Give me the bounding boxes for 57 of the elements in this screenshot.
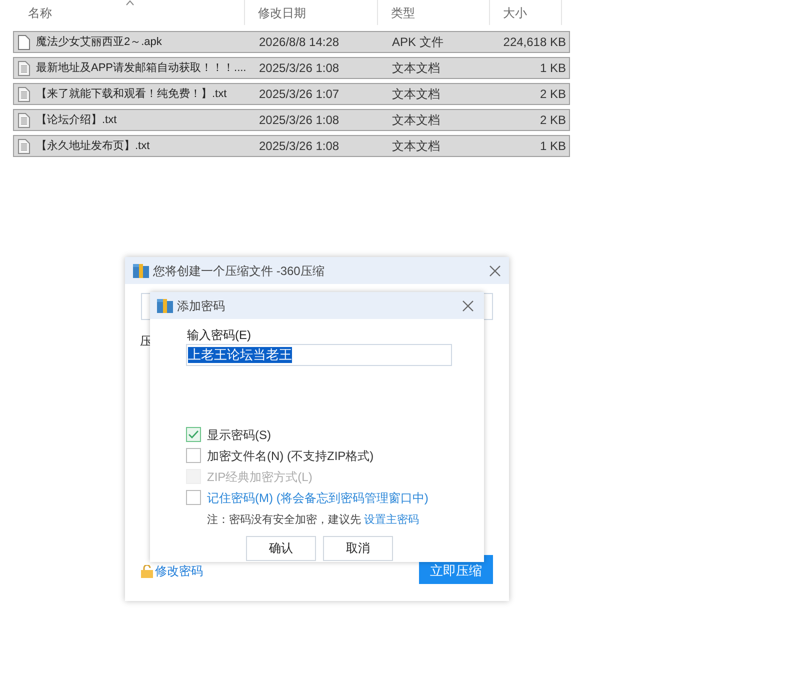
text-file-icon [18,86,30,102]
file-type: APK 文件 [392,34,444,51]
file-row[interactable]: 【论坛介绍】.txt 2025/3/26 1:08 文本文档 2 KB [13,109,570,131]
column-header[interactable]: 名称 [15,0,245,25]
column-header[interactable]: 大小 [490,0,562,25]
column-header[interactable]: 修改日期 [245,0,378,25]
modified-date: 2025/3/26 1:08 [259,60,340,77]
option-label: ZIP经典加密方式(L) [207,468,312,486]
master-password-link[interactable]: 设置主密码 [364,512,419,528]
file-type: 文本文档 [392,86,441,103]
check-icon [188,430,199,439]
modified-date: 2025/3/26 1:08 [259,138,340,155]
text-file-icon [18,112,30,128]
file-type: 文本文档 [392,138,441,155]
modified-date: 2025/3/26 1:07 [259,86,340,103]
password-field[interactable]: 上老王论坛当老王 [186,344,452,366]
modified-date: 2025/3/26 1:08 [259,112,340,129]
file-size: 1 KB [540,138,567,155]
file-name: 【永久地址发布页】.txt [36,138,150,154]
field-label: 输入密码(E) [187,327,252,344]
option-label: 显示密码(S) [207,426,271,444]
file-name: 最新地址及APP请发邮箱自动获取！！！.... [36,60,246,76]
archive-icon [157,298,173,312]
file-size: 224,618 KB [503,34,567,51]
checkbox[interactable] [186,490,201,505]
file-row[interactable]: 最新地址及APP请发邮箱自动获取！！！.... 2025/3/26 1:08 文本文档 1 KB [13,57,570,79]
file-row[interactable]: 【来了就能下载和观看！纯免费！】.txt 2025/3/26 1:07 文本文档 2 KB [13,83,570,105]
close-icon[interactable] [489,264,501,276]
dialog-title: 添加密码 [177,298,225,314]
checkbox[interactable] [186,448,201,463]
file-row[interactable]: 魔法少女艾丽西亚2～.apk 2026/8/8 14:28 APK 文件 224,618 KB [13,31,570,53]
dialog-title: 您将创建一个压缩文件 -360压缩 [153,262,324,280]
file-type: 文本文档 [392,112,441,129]
file-name: 【论坛介绍】.txt [36,112,117,128]
file-size: 1 KB [540,60,567,77]
sort-icon [125,0,134,6]
option-label: 记住密码(M) (将会备忘到密码管理窗口中) [207,490,428,506]
file-name: 魔法少女艾丽西亚2～.apk [36,34,162,50]
lock-icon [141,564,153,578]
security-note: 注：密码没有安全加密，建议先 [207,512,361,528]
column-header[interactable]: 类型 [378,0,490,25]
file-icon [18,34,30,50]
option-label: 加密文件名(N) (不支持ZIP格式) [207,448,374,464]
text-file-icon [18,138,30,154]
dialog-button[interactable]: 取消 [323,536,393,560]
text-file-icon [18,60,30,76]
dialog-button[interactable]: 确认 [246,536,316,560]
file-row[interactable]: 【永久地址发布页】.txt 2025/3/26 1:08 文本文档 1 KB [13,135,570,157]
file-name: 【来了就能下载和观看！纯免费！】.txt [36,86,227,102]
file-type: 文本文档 [392,60,441,77]
archive-icon [133,264,149,278]
file-size: 2 KB [540,86,567,103]
checkbox[interactable] [186,427,201,442]
change-password-link[interactable]: 修改密码 [155,562,203,580]
close-icon[interactable] [462,300,474,312]
file-size: 2 KB [540,112,567,129]
modified-date: 2026/8/8 14:28 [259,34,340,51]
